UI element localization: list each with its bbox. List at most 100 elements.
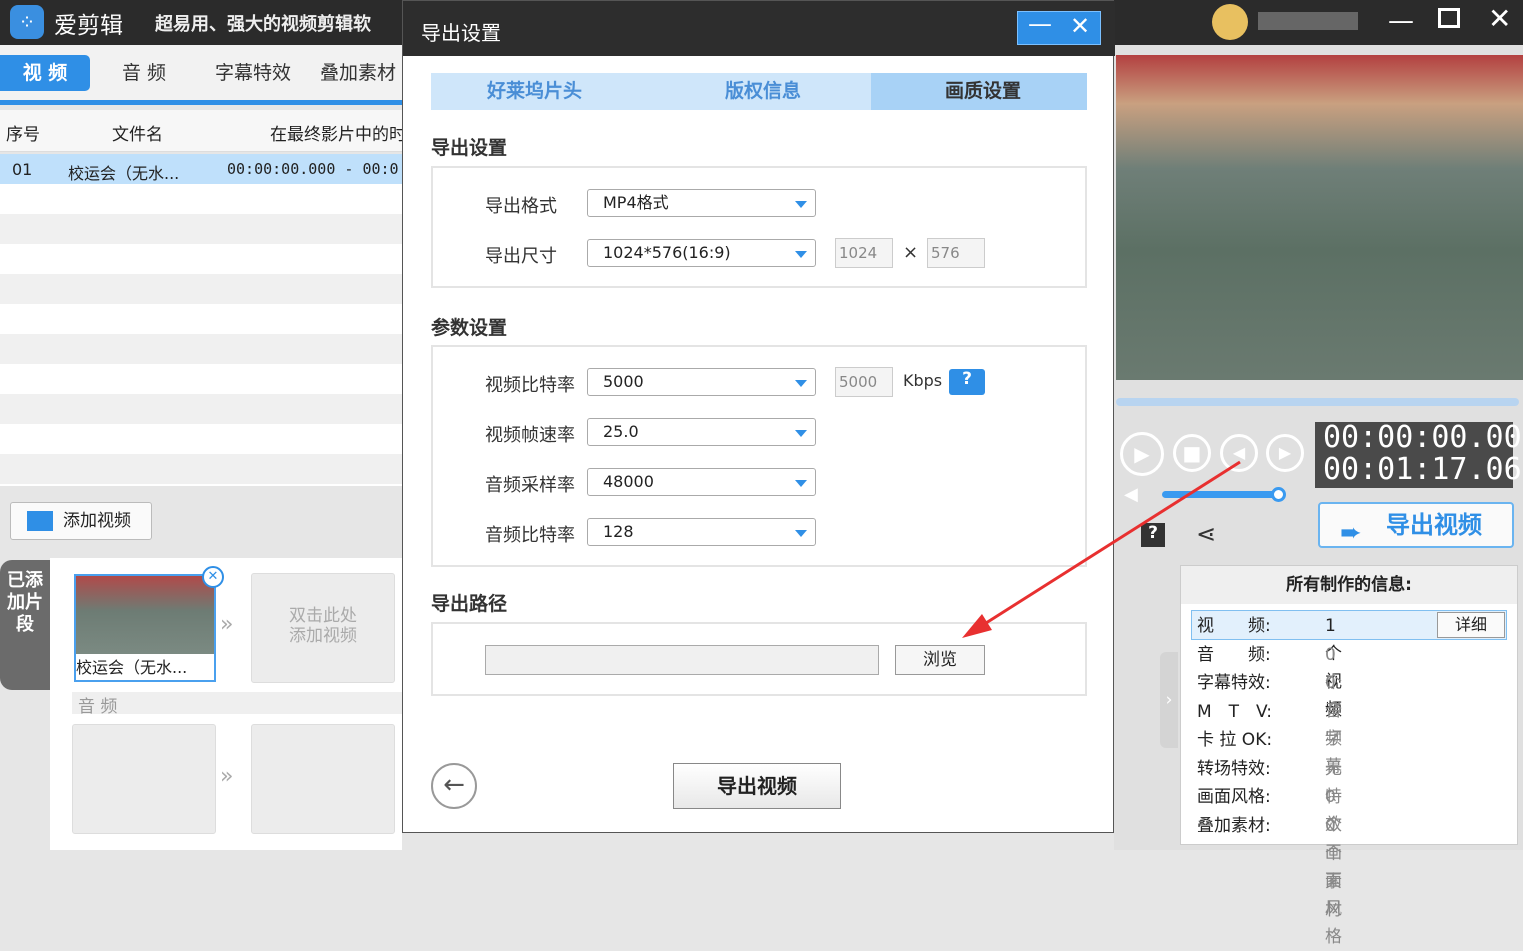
path-box: 浏览 [431, 622, 1087, 696]
export-video-button[interactable]: 导出视频 [673, 763, 841, 809]
dialog-minimize-icon[interactable]: — [1028, 10, 1052, 38]
info-row: 画面风格: 0个画面风格 [1197, 783, 1342, 947]
samplerate-select[interactable]: 48000 [587, 468, 816, 496]
col-filename[interactable]: 文件名 [112, 120, 163, 145]
info-title: 所有制作的信息: [1181, 566, 1517, 604]
param-section-title: 参数设置 [431, 317, 508, 339]
info-key: 音 频: [1197, 644, 1271, 665]
current-time: 00:00:00.000 [1323, 420, 1523, 455]
step-copyright[interactable]: 版权信息 [725, 73, 801, 110]
help-icon[interactable]: ? [1141, 523, 1165, 547]
path-input[interactable] [485, 645, 879, 675]
info-value: 0个素材 [1325, 815, 1342, 920]
volume-icon[interactable]: ◀ [1124, 484, 1138, 505]
info-key: 卡 拉 OK: [1197, 730, 1273, 750]
info-row: 视 频: 1个视频 [1197, 612, 1342, 720]
export-settings-box: 导出格式 MP4格式 导出尺寸 1024*576(16:9) 1024 × 57… [431, 166, 1087, 288]
chevron-right-icon: » [220, 612, 234, 637]
audio-bitrate-select[interactable]: 128 [587, 518, 816, 546]
stop-icon[interactable]: ■ [1173, 434, 1211, 472]
size-select[interactable]: 1024*576(16:9) [587, 239, 816, 267]
info-key: 视 频: [1197, 616, 1271, 636]
browse-button[interactable]: 浏览 [895, 645, 985, 675]
audio-bitrate-label: 音频比特率 [485, 525, 575, 546]
audio-slot[interactable] [72, 724, 216, 834]
tab-overlay[interactable]: 叠加素材 [320, 55, 396, 91]
tab-audio[interactable]: 音 频 [122, 55, 166, 91]
size-label: 导出尺寸 [485, 246, 557, 267]
param-settings-box: 视频比特率 5000 5000 Kbps ? 视频帧速率 25.0 音频采样率 … [431, 345, 1087, 567]
height-input[interactable]: 576 [927, 238, 985, 268]
share-icon[interactable]: ⋖ [1196, 520, 1216, 548]
next-frame-icon[interactable]: ▶ [1266, 434, 1304, 472]
export-settings-dialog: 导出设置 — ✕ 好莱坞片头 版权信息 画质设置 导出设置 导出格式 MP4格式… [402, 0, 1115, 833]
clip-thumbnail[interactable]: 校运会（无水... ✕ [74, 566, 224, 682]
chevron-right-icon: » [220, 764, 234, 789]
add-video-label: 添加视频 [63, 511, 131, 531]
video-preview[interactable] [1116, 55, 1523, 380]
info-row: 卡 拉 OK: [1197, 726, 1272, 754]
fps-select[interactable]: 25.0 [587, 418, 816, 446]
volume-handle[interactable] [1271, 487, 1286, 502]
row-time: 00:00:00.000 - 00:0 [227, 160, 399, 178]
avatar[interactable] [1212, 4, 1248, 40]
play-icon[interactable]: ▶ [1120, 432, 1164, 476]
times-sign: × [903, 242, 919, 263]
main-tabs: 视 频 音 频 字幕特效 叠加素材 [0, 45, 402, 105]
volume-slider[interactable] [1162, 487, 1286, 502]
dialog-window-buttons: — ✕ [1017, 10, 1101, 45]
project-info-panel: 所有制作的信息: 详细 视 频: 1个视频音 频: 0个音频 字幕特效: 0个字幕 M T… [1180, 565, 1518, 947]
bitrate-unit: Kbps [903, 371, 943, 390]
video-bitrate-select[interactable]: 5000 [587, 368, 816, 396]
info-key: M T V: [1197, 701, 1273, 722]
dialog-close-icon[interactable]: ✕ [1070, 12, 1090, 40]
timeline-panel: 校运会（无水... ✕ » 双击此处添加视频 音 频 » [50, 558, 402, 850]
clip-name: 校运会（无水... [76, 658, 188, 677]
info-key: 画面风格: [1197, 787, 1271, 807]
tab-video[interactable]: 视 频 [0, 55, 90, 91]
info-row: 音 频: 0个音频 [1197, 641, 1342, 749]
path-section-title: 导出路径 [431, 593, 508, 615]
dialog-title: 导出设置 [403, 1, 1115, 56]
username-dropdown[interactable] [1258, 12, 1358, 30]
table-body [0, 184, 402, 486]
fps-label: 视频帧速率 [485, 425, 575, 446]
added-clips-tab[interactable]: 已添加片段 [0, 560, 50, 690]
video-bitrate-input[interactable]: 5000 [835, 367, 893, 397]
minimize-icon[interactable]: — [1388, 6, 1414, 36]
add-video-button[interactable]: 添加视频 [10, 502, 152, 540]
remove-clip-icon[interactable]: ✕ [202, 566, 224, 588]
seek-bar[interactable] [1116, 398, 1519, 406]
width-input[interactable]: 1024 [835, 238, 893, 268]
audio-slot[interactable] [251, 724, 395, 834]
time-display: 00:00:00.000 00:01:17.060 [1315, 420, 1523, 488]
expand-panel-button[interactable]: › [1160, 652, 1178, 748]
table-row[interactable]: 01 校运会（无水... 00:00:00.000 - 00:0 [0, 154, 402, 184]
detail-button[interactable]: 详细 [1437, 612, 1505, 638]
info-row: 字幕特效: 0个字幕 [1197, 669, 1342, 777]
step-hollywood-intro[interactable]: 好莱坞片头 [487, 73, 582, 110]
info-row: M T V: [1197, 698, 1272, 726]
prev-frame-icon[interactable]: ◀ [1220, 434, 1258, 472]
film-add-icon [27, 511, 53, 531]
samplerate-label: 音频采样率 [485, 475, 575, 496]
add-video-slot[interactable]: 双击此处添加视频 [251, 573, 395, 683]
table-header: 序号 文件名 在最终影片中的时 [0, 110, 406, 152]
step-quality[interactable]: 画质设置 [871, 73, 1087, 110]
app-slogan: 超易用、强大的视频剪辑软 [155, 14, 371, 35]
tab-subtitles[interactable]: 字幕特效 [215, 55, 291, 91]
format-select[interactable]: MP4格式 [587, 189, 816, 217]
close-icon[interactable]: ✕ [1488, 2, 1511, 35]
help-icon[interactable]: ? [949, 369, 985, 395]
app-logo-icon: ⁘ [10, 5, 44, 39]
col-index[interactable]: 序号 [6, 120, 40, 145]
back-arrow-icon[interactable]: ← [431, 763, 477, 809]
info-key: 转场特效: [1197, 758, 1271, 779]
info-row: 转场特效: 无特效 [1197, 755, 1342, 835]
info-key: 叠加素材: [1197, 815, 1271, 836]
col-time[interactable]: 在最终影片中的时 [270, 120, 406, 145]
app-name: 爱剪辑 [54, 13, 123, 39]
export-video-main-button[interactable]: ➨ 导出视频 [1318, 502, 1514, 548]
maximize-icon[interactable] [1438, 8, 1460, 28]
row-name: 校运会（无水... [68, 164, 180, 183]
